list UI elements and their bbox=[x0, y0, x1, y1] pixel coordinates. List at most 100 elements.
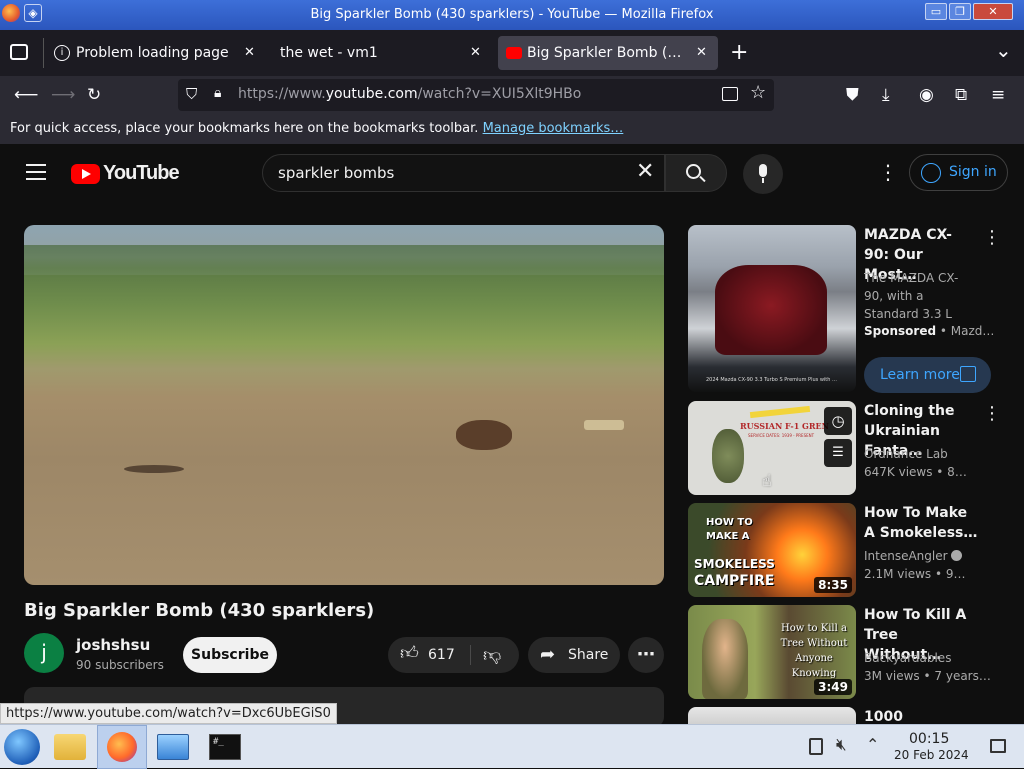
restore-button[interactable]: ❐ bbox=[949, 3, 971, 20]
share-button[interactable]: ➦ Share bbox=[528, 637, 620, 673]
more-actions-button[interactable]: ⋯ bbox=[628, 637, 664, 673]
extensions-icon[interactable]: ⧉ bbox=[955, 85, 967, 105]
watch-later-icon[interactable]: ◷ bbox=[824, 407, 852, 435]
hamburger-menu-icon[interactable] bbox=[26, 164, 46, 180]
new-tab-button[interactable]: + bbox=[730, 36, 748, 70]
firefox-view-icon[interactable] bbox=[10, 44, 28, 60]
sidebar-menu-icon[interactable]: ⋮ bbox=[983, 403, 1001, 424]
manage-bookmarks-link[interactable]: Manage bookmarks… bbox=[483, 121, 624, 136]
lock-icon[interactable]: 🔒︎ bbox=[214, 85, 221, 101]
channel-avatar[interactable]: j bbox=[24, 633, 64, 673]
add-to-queue-icon[interactable]: ☰ bbox=[824, 439, 852, 467]
subscriber-count: 90 subscribers bbox=[76, 658, 164, 672]
firefox-icon bbox=[107, 732, 137, 762]
picture-in-picture-icon[interactable] bbox=[722, 87, 738, 101]
reload-button[interactable]: ↻ bbox=[87, 85, 101, 105]
video-thumbnail[interactable]: HOW TO MAKE A SMOKELESS CAMPFIRE 8:35 bbox=[688, 503, 856, 597]
tab-the-wet[interactable]: the wet - vm1 ✕ bbox=[272, 36, 494, 70]
more-options-icon[interactable]: ⋮ bbox=[878, 160, 898, 184]
subscribe-button[interactable]: Subscribe bbox=[183, 637, 277, 673]
sidebar-channel: IntenseAngler bbox=[864, 547, 963, 566]
link-status-bar: https://www.youtube.com/watch?v=Dxc6UbEG… bbox=[0, 703, 337, 724]
shield-icon[interactable]: ⛉ bbox=[186, 85, 197, 103]
verified-badge-icon bbox=[951, 550, 963, 561]
share-label: Share bbox=[568, 647, 609, 663]
close-window-button[interactable]: ✕ bbox=[973, 3, 1013, 20]
video-thumbnail[interactable]: How to Kill a Tree Without Anyone Knowin… bbox=[688, 605, 856, 699]
video-player[interactable] bbox=[24, 225, 664, 585]
clipboard-icon[interactable] bbox=[809, 738, 823, 755]
url-text[interactable]: https://www.youtube.com/watch?v=XUI5Xlt9… bbox=[238, 86, 581, 102]
mouse-cursor-icon: ☝ bbox=[762, 471, 772, 490]
tab-label: Big Sparkler Bomb (430 sparklers) - YouT… bbox=[527, 45, 687, 61]
microphone-icon bbox=[759, 164, 767, 177]
tab-close-icon[interactable]: ✕ bbox=[244, 36, 255, 70]
control-panel-icon[interactable] bbox=[157, 734, 189, 760]
thumb-line: MAKE A bbox=[706, 531, 750, 542]
search-button[interactable] bbox=[665, 154, 727, 192]
video-thumbnail[interactable] bbox=[688, 707, 856, 724]
sidebar-menu-icon[interactable]: ⋮ bbox=[983, 227, 1001, 248]
window-title-bar: ◈ Big Sparkler Bomb (430 sparklers) - Yo… bbox=[0, 0, 1024, 30]
volume-muted-icon[interactable]: 🔇︎ bbox=[836, 735, 847, 755]
learn-more-button[interactable]: Learn more bbox=[864, 357, 991, 393]
minimize-button[interactable]: ▭ bbox=[925, 3, 947, 20]
sidebar-video[interactable]: HOW TO MAKE A SMOKELESS CAMPFIRE 8:35 Ho… bbox=[688, 503, 1008, 598]
account-icon[interactable]: ◉ bbox=[919, 85, 934, 105]
app-menu-icon[interactable]: ≡ bbox=[991, 85, 1005, 105]
person-image bbox=[702, 619, 748, 699]
sidebar-channel: Backyardables bbox=[864, 651, 952, 665]
start-button[interactable] bbox=[4, 729, 40, 765]
channel-name[interactable]: joshshsu bbox=[76, 636, 150, 654]
tab-label: the wet - vm1 bbox=[280, 45, 378, 61]
bookmark-star-icon[interactable]: ☆ bbox=[750, 82, 766, 103]
video-title: Big Sparkler Bomb (430 sparklers) bbox=[24, 600, 375, 621]
tab-label: Problem loading page bbox=[76, 45, 229, 61]
tab-problem-loading[interactable]: i Problem loading page ✕ bbox=[46, 36, 268, 70]
thumb-line: SMOKELESS bbox=[694, 557, 775, 571]
downloads-icon[interactable]: ⤓ bbox=[882, 85, 890, 105]
window-title: Big Sparkler Bomb (430 sparklers) - YouT… bbox=[310, 7, 714, 22]
pocket-icon[interactable]: ⛊ bbox=[846, 85, 859, 105]
thumb-line: HOW TO bbox=[706, 517, 753, 528]
sidebar-ad[interactable]: 2024 Mazda CX-90 3.3 Turbo S Premium Plu… bbox=[688, 225, 1008, 395]
search-input[interactable]: sparkler bombs bbox=[278, 164, 394, 182]
ad-thumbnail[interactable]: 2024 Mazda CX-90 3.3 Turbo S Premium Plu… bbox=[688, 225, 856, 392]
like-count: 617 bbox=[428, 647, 455, 663]
share-icon: ➦ bbox=[540, 644, 556, 665]
ground-debris bbox=[584, 420, 624, 430]
clock-date[interactable]: 20 Feb 2024 bbox=[894, 748, 969, 762]
sidebar-video[interactable]: How to Kill a Tree Without Anyone Knowin… bbox=[688, 605, 1008, 700]
clock-time[interactable]: 00:15 bbox=[909, 731, 949, 747]
ad-thumb-caption: 2024 Mazda CX-90 3.3 Turbo S Premium Plu… bbox=[706, 377, 838, 383]
back-button[interactable]: ⟵ bbox=[14, 85, 38, 105]
play-triangle-icon bbox=[82, 169, 91, 179]
forward-button[interactable]: ⟶ bbox=[51, 85, 75, 105]
sign-in-label: Sign in bbox=[949, 164, 997, 180]
tab-youtube[interactable]: Big Sparkler Bomb (430 sparklers) - YouT… bbox=[498, 36, 718, 70]
sidebar-video[interactable]: 1000 Sparklers bbox=[688, 707, 1008, 724]
search-box[interactable]: sparkler bombs ✕ bbox=[262, 154, 665, 192]
thumbs-down-icon: 👎︎ bbox=[483, 645, 502, 666]
sign-in-button[interactable]: Sign in bbox=[909, 154, 1008, 191]
search-icon-handle bbox=[699, 175, 706, 183]
firefox-taskbar-button[interactable] bbox=[97, 725, 147, 769]
voice-search-button[interactable] bbox=[743, 154, 783, 194]
file-manager-icon[interactable] bbox=[54, 734, 86, 760]
show-desktop-icon[interactable] bbox=[990, 739, 1006, 753]
tray-expand-icon[interactable]: ⌃ bbox=[866, 735, 879, 754]
sparkler-bomb-remains bbox=[456, 420, 512, 450]
dislike-button[interactable]: 👎︎ bbox=[471, 637, 519, 673]
clear-search-icon[interactable]: ✕ bbox=[636, 159, 654, 184]
thumb-sub: SERVICE DATES: 1939 - PRESENT bbox=[748, 433, 815, 438]
terminal-icon[interactable]: #_ bbox=[209, 734, 241, 760]
thumb-yellow-stripe bbox=[749, 405, 811, 419]
sidebar-title: How To Make A Smokeless… bbox=[864, 505, 978, 541]
sidebar-video[interactable]: RUSSIAN F-1 GREN SERVICE DATES: 1939 - P… bbox=[688, 401, 1008, 496]
url-bar[interactable]: ⛉ 🔒︎ https://www.youtube.com/watch?v=XUI… bbox=[178, 79, 774, 111]
like-button[interactable]: 👍︎ 617 bbox=[388, 637, 470, 673]
tab-list-button[interactable]: ⌄ bbox=[995, 38, 1012, 62]
tab-close-icon[interactable]: ✕ bbox=[696, 36, 707, 70]
video-thumbnail[interactable]: RUSSIAN F-1 GREN SERVICE DATES: 1939 - P… bbox=[688, 401, 856, 495]
tab-close-icon[interactable]: ✕ bbox=[470, 36, 481, 70]
